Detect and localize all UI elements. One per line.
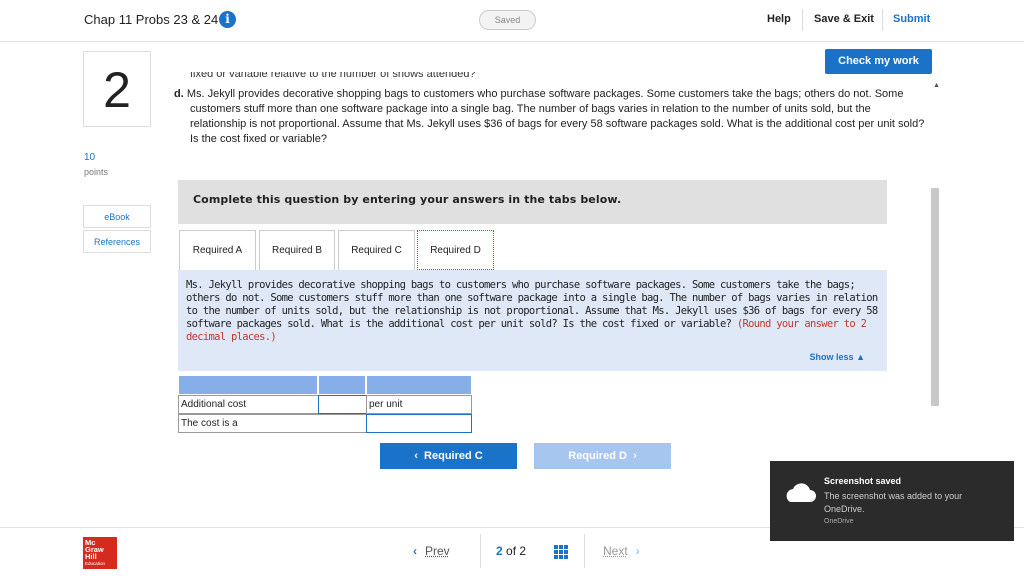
table-header-cell <box>178 375 318 395</box>
cost-type-select[interactable] <box>366 414 472 433</box>
info-icon[interactable]: i <box>219 11 236 28</box>
chevron-left-icon: ‹ <box>414 450 418 462</box>
points-label: points <box>84 167 109 177</box>
instruction-box: Complete this question by entering your … <box>178 180 887 224</box>
grid-icon[interactable] <box>554 545 568 559</box>
divider <box>802 9 803 31</box>
points-value: 10 <box>84 152 96 163</box>
divider <box>882 9 883 31</box>
submit-link[interactable]: Submit <box>893 13 930 25</box>
prev-page-button[interactable]: ‹ Prev <box>413 544 450 558</box>
saved-status-badge: Saved <box>479 10 536 30</box>
required-d-button[interactable]: Required D › <box>534 443 671 469</box>
tab-required-c[interactable]: Required C <box>338 230 415 270</box>
table-header-cell <box>366 375 472 395</box>
tab-required-d[interactable]: Required D <box>417 230 494 270</box>
panel-question-text: Ms. Jekyll provides decorative shopping … <box>186 279 878 343</box>
assignment-title: Chap 11 Probs 23 & 24 <box>84 12 219 27</box>
cut-off-question-text: fixed or variable relative to the number… <box>190 72 476 80</box>
show-less-link[interactable]: Show less ▲ <box>810 352 865 362</box>
tab-panel: Ms. Jekyll provides decorative shopping … <box>178 270 887 371</box>
ebook-button[interactable]: eBook <box>83 205 151 228</box>
toast-source: OneDrive <box>824 518 854 525</box>
screenshot-toast[interactable]: Screenshot saved The screenshot was adde… <box>770 461 1014 541</box>
top-bar: Chap 11 Probs 23 & 24 i Saved Help Save … <box>0 0 1024 42</box>
chevron-right-icon: › <box>635 544 640 558</box>
divider <box>480 534 481 568</box>
tab-required-a[interactable]: Required A <box>179 230 256 270</box>
scrollbar-thumb[interactable] <box>931 188 939 406</box>
toast-title: Screenshot saved <box>824 476 902 486</box>
divider <box>584 534 585 568</box>
chevron-left-icon: ‹ <box>413 544 417 558</box>
part-label: d. <box>174 88 184 100</box>
part-text: Ms. Jekyll provides decorative shopping … <box>186 88 925 145</box>
help-link[interactable]: Help <box>767 13 791 25</box>
row-label-cost-type: The cost is a <box>178 414 367 433</box>
additional-cost-input[interactable] <box>318 395 367 414</box>
mcgraw-hill-logo: Mc Graw Hill Education <box>83 537 117 569</box>
instruction-text: Complete this question by entering your … <box>193 193 622 206</box>
question-number: 2 <box>83 51 151 127</box>
next-page-button[interactable]: Next › <box>603 544 640 558</box>
save-exit-link[interactable]: Save & Exit <box>814 13 874 25</box>
chevron-right-icon: › <box>633 450 637 462</box>
cloud-icon <box>786 483 816 502</box>
required-c-button[interactable]: ‹ Required C <box>380 443 517 469</box>
triangle-up-icon: ▲ <box>856 352 865 362</box>
toast-body: The screenshot was added to your OneDriv… <box>824 491 963 514</box>
unit-label: per unit <box>366 395 472 414</box>
question-part-d: d. Ms. Jekyll provides decorative shoppi… <box>174 87 926 147</box>
page-indicator: 2 of 2 <box>496 544 527 558</box>
check-my-work-button[interactable]: Check my work <box>825 49 932 74</box>
row-label-additional-cost: Additional cost <box>178 395 319 414</box>
tab-required-b[interactable]: Required B <box>259 230 335 270</box>
table-header-cell <box>318 375 366 395</box>
references-button[interactable]: References <box>83 230 151 253</box>
scroll-up-arrow-icon[interactable]: ▲ <box>933 82 940 89</box>
